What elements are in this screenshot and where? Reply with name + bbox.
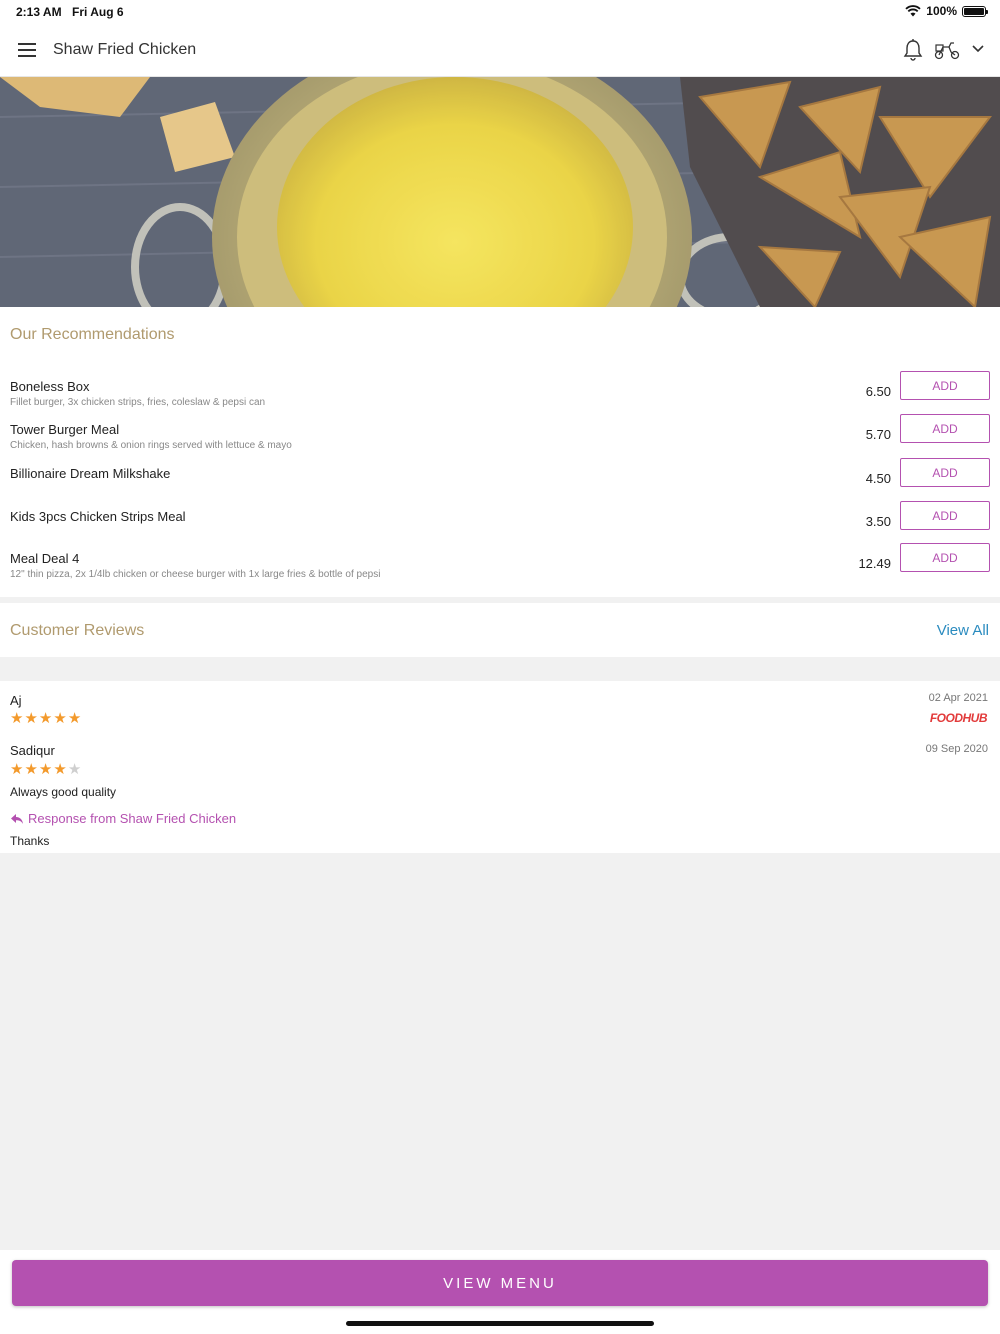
star-icon: ★ xyxy=(10,761,25,778)
reviews-header: Customer Reviews View All xyxy=(0,603,1000,657)
star-icon: ★ xyxy=(38,710,54,727)
response-label: Response from Shaw Fried Chicken xyxy=(28,811,237,826)
star-icon: ★ xyxy=(24,710,39,727)
app-header: Shaw Fried Chicken xyxy=(0,24,1000,77)
reviews-title: Customer Reviews xyxy=(10,622,145,639)
view-all-link[interactable]: View All xyxy=(937,622,989,639)
star-empty-icon: ★ xyxy=(67,761,83,778)
item-price: 3.50 xyxy=(865,514,891,529)
add-button[interactable]: ADD xyxy=(900,414,990,443)
review-date: 02 Apr 2021 xyxy=(928,692,988,704)
reviews-list: Aj ★★★★★ 02 Apr 2021 FOODHUB Sadiqur ★★★… xyxy=(0,681,1000,853)
item-name: Meal Deal 4 xyxy=(10,551,80,566)
item-price: 4.50 xyxy=(865,471,891,486)
delivery-scooter-icon[interactable] xyxy=(934,40,960,60)
recommendation-item: Meal Deal 4 12" thin pizza, 2x 1/4lb chi… xyxy=(0,543,1000,591)
foodhub-logo: FOODHUB xyxy=(929,711,988,725)
home-indicator xyxy=(346,1321,654,1326)
recommendations-title: Our Recommendations xyxy=(10,326,175,343)
bell-icon[interactable] xyxy=(902,38,924,62)
item-price: 6.50 xyxy=(865,384,891,399)
item-description: Fillet burger, 3x chicken strips, fries,… xyxy=(10,397,266,408)
view-menu-button[interactable]: VIEW MENU xyxy=(12,1260,988,1306)
wifi-icon xyxy=(905,5,921,17)
chevron-down-icon[interactable] xyxy=(971,43,985,55)
add-button[interactable]: ADD xyxy=(900,371,990,400)
item-name: Boneless Box xyxy=(10,379,90,394)
status-date: Fri Aug 6 xyxy=(72,5,124,19)
hero-banner-image xyxy=(0,77,1000,307)
star-icon: ★ xyxy=(53,710,68,727)
item-name: Billionaire Dream Milkshake xyxy=(10,466,171,481)
status-bar: 2:13 AM Fri Aug 6 100% xyxy=(0,0,1000,24)
add-button[interactable]: ADD xyxy=(900,501,990,530)
star-icon: ★ xyxy=(67,710,83,727)
recommendations-section: Our Recommendations Boneless Box Fillet … xyxy=(0,307,1000,597)
recommendation-item: Kids 3pcs Chicken Strips Meal 3.50 ADD xyxy=(0,501,1000,549)
add-button[interactable]: ADD xyxy=(900,543,990,572)
review-text: Always good quality xyxy=(10,785,117,799)
restaurant-title: Shaw Fried Chicken xyxy=(53,41,197,58)
star-rating: ★★★★★ xyxy=(10,760,82,778)
star-icon: ★ xyxy=(24,761,39,778)
star-icon: ★ xyxy=(10,710,25,727)
star-icon: ★ xyxy=(53,761,68,778)
battery-icon xyxy=(962,5,988,17)
item-price: 12.49 xyxy=(858,556,891,571)
star-icon: ★ xyxy=(38,761,54,778)
review-date: 09 Sep 2020 xyxy=(925,743,988,755)
hamburger-menu-icon[interactable] xyxy=(18,43,36,57)
owner-response-label[interactable]: Response from Shaw Fried Chicken xyxy=(10,811,236,826)
item-name: Kids 3pcs Chicken Strips Meal xyxy=(10,509,186,524)
item-price: 5.70 xyxy=(865,427,891,442)
item-description: 12" thin pizza, 2x 1/4lb chicken or chee… xyxy=(10,569,381,580)
battery-percent: 100% xyxy=(926,4,957,18)
recommendation-item: Billionaire Dream Milkshake 4.50 ADD xyxy=(0,458,1000,506)
item-description: Chicken, hash browns & onion rings serve… xyxy=(10,440,292,451)
recommendation-item: Boneless Box Fillet burger, 3x chicken s… xyxy=(0,371,1000,419)
response-text: Thanks xyxy=(10,834,50,848)
add-button[interactable]: ADD xyxy=(900,458,990,487)
star-rating: ★★★★★ xyxy=(10,709,82,727)
reply-icon xyxy=(11,813,23,824)
recommendation-item: Tower Burger Meal Chicken, hash browns &… xyxy=(0,414,1000,462)
item-name: Tower Burger Meal xyxy=(10,422,120,437)
status-time: 2:13 AM xyxy=(16,5,62,19)
reviewer-name: Sadiqur xyxy=(10,743,55,758)
reviewer-name: Aj xyxy=(10,693,22,708)
status-indicators: 100% xyxy=(905,4,988,18)
